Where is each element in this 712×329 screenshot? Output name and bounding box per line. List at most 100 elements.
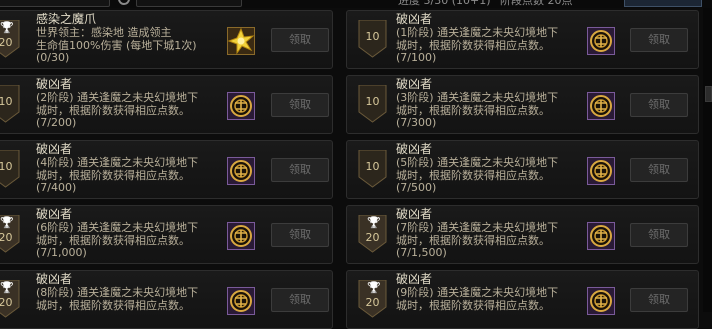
achievement-progress: (7/200): [36, 116, 77, 129]
category-dropdown[interactable]: [0, 0, 110, 7]
claim-button[interactable]: 领取: [271, 288, 329, 312]
description-line: (4阶段) 通关逢魔之未央幻境地下: [36, 156, 199, 169]
description-line: (6阶段) 通关逢魔之未央幻境地下: [36, 221, 199, 234]
achievement-title: 破凶者: [36, 77, 73, 91]
achievement-progress: (7/500): [396, 181, 437, 194]
achievement-card: 🏆 20 破凶者 (6阶段) 通关逢魔之未央幻境地下 城时，根据阶数获得相应点数。 (7/…: [0, 205, 333, 264]
description-line: (1阶段) 通关逢魔之未央幻境地下: [396, 26, 559, 39]
claim-button[interactable]: 领取: [630, 288, 688, 312]
achievement-progress: (7/1,500): [396, 246, 447, 259]
description-line: (2阶段) 通关逢魔之未央幻境地下: [36, 91, 199, 104]
points-badge: 10: [0, 150, 20, 188]
description-line: 城时，根据阶数获得相应点数。: [396, 299, 550, 312]
medal-icon: [227, 92, 255, 120]
badge-points: 10: [365, 160, 380, 173]
achievement-card: 🏆 20 破凶者 (7阶段) 通关逢魔之未央幻境地下 城时，根据阶数获得相应点数。 (7/…: [346, 205, 699, 264]
description-line: (7阶段) 通关逢魔之未央幻境地下: [396, 221, 559, 234]
description-line: (5阶段) 通关逢魔之未央幻境地下: [396, 156, 559, 169]
points-badge: 10: [358, 150, 387, 188]
claim-button[interactable]: 领取: [271, 158, 329, 182]
achievement-description: (1阶段) 通关逢魔之未央幻境地下 城时，根据阶数获得相应点数。: [396, 26, 586, 52]
claim-button[interactable]: 领取: [271, 28, 329, 52]
achievement-description: (2阶段) 通关逢魔之未央幻境地下 城时，根据阶数获得相应点数。: [36, 91, 226, 117]
scrollbar-thumb[interactable]: [705, 86, 712, 102]
search-input[interactable]: [136, 0, 242, 7]
badge-points: 10: [0, 95, 13, 108]
trophy-icon: 🏆: [367, 281, 381, 294]
medal-icon: [227, 157, 255, 185]
description-line: (8阶段) 通关逢魔之未央幻境地下: [36, 286, 199, 299]
achievement-description: (8阶段) 通关逢魔之未央幻境地下 城时，根据阶数获得相应点数。: [36, 286, 226, 312]
scrollbar-track[interactable]: [703, 8, 712, 312]
top-bar: 进度 3/30 (10+1) 阶段点数 20点: [0, 0, 712, 8]
achievement-title: 破凶者: [396, 12, 433, 26]
medal-icon: [587, 287, 615, 315]
achievement-progress: (0/30): [36, 51, 70, 64]
golden-burst-icon: [227, 27, 255, 55]
badge-points: 10: [365, 30, 380, 43]
claim-button[interactable]: 领取: [630, 158, 688, 182]
badge-points: 20: [365, 231, 380, 244]
achievement-description: (5阶段) 通关逢魔之未央幻境地下 城时，根据阶数获得相应点数。: [396, 156, 586, 182]
achievement-title: 破凶者: [396, 142, 433, 156]
badge-points: 10: [0, 160, 13, 173]
trophy-icon: 🏆: [0, 21, 14, 34]
trophy-badge: 🏆 20: [0, 215, 20, 253]
trophy-icon: 🏆: [0, 281, 14, 294]
claim-button[interactable]: 领取: [271, 93, 329, 117]
trophy-badge: 🏆 20: [0, 280, 20, 318]
description-line: 世界领主：感染地 造成领主: [36, 26, 172, 39]
trophy-icon: 🏆: [367, 216, 381, 229]
trophy-badge: 🏆 20: [358, 215, 387, 253]
claim-button[interactable]: 领取: [271, 223, 329, 247]
achievement-card: 10 破凶者 (3阶段) 通关逢魔之未央幻境地下 城时，根据阶数获得相应点数。 (7/3…: [346, 75, 699, 134]
trophy-badge: 🏆 20: [358, 280, 387, 318]
description-line: 城时，根据阶数获得相应点数。: [36, 299, 190, 312]
achievement-title: 破凶者: [36, 272, 73, 286]
achievement-description: (9阶段) 通关逢魔之未央幻境地下 城时，根据阶数获得相应点数。: [396, 286, 586, 312]
trophy-icon: 🏆: [0, 216, 14, 229]
description-line: (3阶段) 通关逢魔之未央幻境地下: [396, 91, 559, 104]
search-icon[interactable]: [118, 0, 130, 5]
claim-button[interactable]: 领取: [630, 223, 688, 247]
points-badge: 10: [358, 85, 387, 123]
achievement-card: 10 破凶者 (1阶段) 通关逢魔之未央幻境地下 城时，根据阶数获得相应点数。 (7/1…: [346, 10, 699, 69]
achievement-title: 破凶者: [36, 207, 73, 221]
achievement-description: (4阶段) 通关逢魔之未央幻境地下 城时，根据阶数获得相应点数。: [36, 156, 226, 182]
achievement-title: 感染之魔爪: [36, 12, 97, 26]
badge-points: 20: [365, 296, 380, 309]
points-badge: 10: [0, 85, 20, 123]
achievement-title: 破凶者: [396, 77, 433, 91]
medal-icon: [227, 287, 255, 315]
achievement-card: 10 破凶者 (2阶段) 通关逢魔之未央幻境地下 城时，根据阶数获得相应点数。 (7/2…: [0, 75, 333, 134]
medal-icon: [587, 27, 615, 55]
description-line: (9阶段) 通关逢魔之未央幻境地下: [396, 286, 559, 299]
achievement-title: 破凶者: [396, 272, 433, 286]
claim-button[interactable]: 领取: [630, 93, 688, 117]
progress-summary: 进度 3/30 (10+1): [398, 0, 491, 7]
medal-icon: [227, 222, 255, 250]
medal-icon: [587, 157, 615, 185]
badge-points: 10: [365, 95, 380, 108]
trophy-badge: 🏆 20: [0, 20, 20, 58]
achievement-description: 世界领主：感染地 造成领主 生命值100%伤害 (每地下城1次): [36, 26, 226, 52]
achievement-card: 🏆 20 破凶者 (8阶段) 通关逢魔之未央幻境地下 城时，根据阶数获得相应点数。 领取: [0, 270, 333, 329]
achievement-progress: (7/300): [396, 116, 437, 129]
achievement-description: (3阶段) 通关逢魔之未央幻境地下 城时，根据阶数获得相应点数。: [396, 91, 586, 117]
badge-points: 20: [0, 36, 13, 49]
achievement-progress: (7/400): [36, 181, 77, 194]
achievement-progress: (7/100): [396, 51, 437, 64]
top-right-button[interactable]: [624, 0, 702, 7]
points-badge: 10: [358, 20, 387, 58]
achievement-description: (7阶段) 通关逢魔之未央幻境地下 城时，根据阶数获得相应点数。: [396, 221, 586, 247]
medal-icon: [587, 222, 615, 250]
badge-points: 20: [0, 296, 13, 309]
achievement-card: 10 破凶者 (4阶段) 通关逢魔之未央幻境地下 城时，根据阶数获得相应点数。 (7/4…: [0, 140, 333, 199]
points-summary: 阶段点数 20点: [500, 0, 573, 7]
medal-icon: [587, 92, 615, 120]
achievement-card: 🏆 20 破凶者 (9阶段) 通关逢魔之未央幻境地下 城时，根据阶数获得相应点数。 领取: [346, 270, 699, 329]
achievement-title: 破凶者: [396, 207, 433, 221]
achievement-progress: (7/1,000): [36, 246, 87, 259]
claim-button[interactable]: 领取: [630, 28, 688, 52]
badge-points: 20: [0, 231, 13, 244]
